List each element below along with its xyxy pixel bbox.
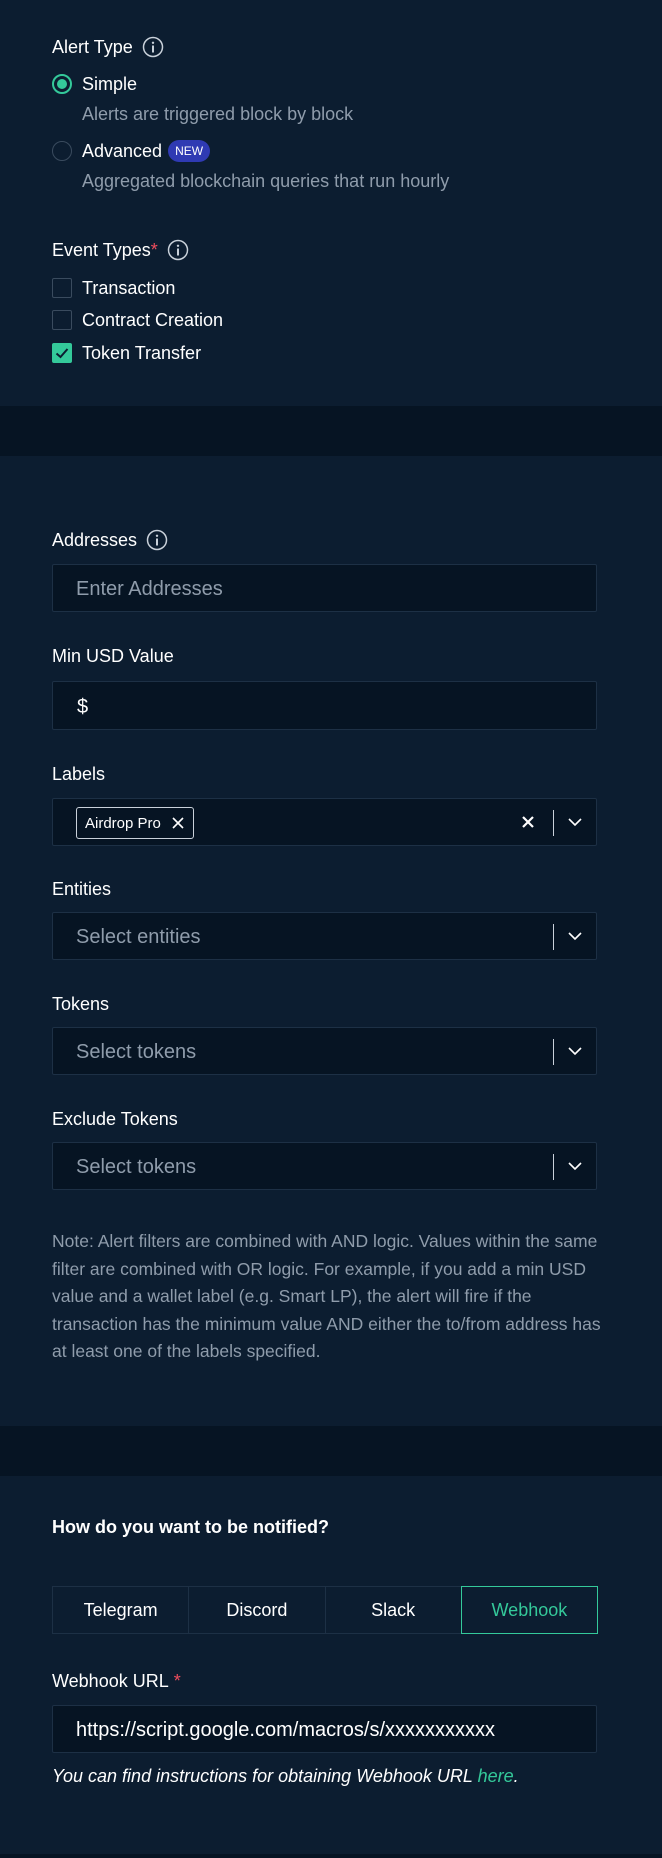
- addresses-input[interactable]: Enter Addresses: [52, 564, 597, 612]
- tokens-placeholder: Select tokens: [76, 1041, 197, 1063]
- tab-telegram[interactable]: Telegram: [52, 1586, 190, 1634]
- entities-select[interactable]: Select entities: [52, 912, 597, 960]
- filters-note: Note: Alert filters are combined with AN…: [52, 1231, 601, 1361]
- entities-placeholder: Select entities: [76, 926, 201, 948]
- checkbox-token-transfer-label[interactable]: Token Transfer: [82, 343, 201, 364]
- currency-prefix: $: [77, 696, 89, 718]
- labels-label: Labels: [52, 764, 106, 784]
- indicator-separator: [553, 1154, 554, 1180]
- webhook-help-text: You can find instructions for obtaining …: [52, 1766, 519, 1786]
- addresses-label: Addresses: [52, 529, 168, 551]
- exclude-tokens-select[interactable]: Select tokens: [52, 1142, 597, 1190]
- radio-advanced-description: Aggregated blockchain queries that run h…: [82, 171, 450, 191]
- addresses-placeholder: Enter Addresses: [76, 578, 223, 600]
- min-usd-label: Min USD Value: [52, 646, 174, 666]
- remove-chip-icon[interactable]: [171, 816, 185, 830]
- entities-label: Entities: [52, 879, 112, 899]
- required-mark: *: [150, 239, 158, 260]
- indicator-separator: [553, 810, 554, 836]
- checkmark-icon: [55, 348, 69, 359]
- min-usd-input[interactable]: $: [52, 681, 597, 730]
- checkbox-token-transfer[interactable]: [52, 343, 72, 363]
- event-types-label: Event Types *: [52, 239, 189, 261]
- radio-simple[interactable]: [52, 74, 72, 94]
- new-badge: NEW: [168, 140, 211, 162]
- info-icon[interactable]: [167, 239, 189, 261]
- radio-simple-description: Alerts are triggered block by block: [82, 104, 354, 124]
- section-gap: [0, 406, 662, 456]
- tokens-label: Tokens: [52, 994, 110, 1014]
- tab-webhook[interactable]: Webhook: [460, 1586, 598, 1634]
- exclude-tokens-label: Exclude Tokens: [52, 1109, 178, 1129]
- indicator-separator: [553, 924, 554, 950]
- chevron-down-icon[interactable]: [566, 1159, 584, 1173]
- alert-type-label: Alert Type: [52, 36, 164, 58]
- info-icon[interactable]: [142, 36, 164, 58]
- chevron-down-icon[interactable]: [566, 1044, 584, 1058]
- exclude-tokens-placeholder: Select tokens: [76, 1156, 197, 1178]
- radio-advanced[interactable]: [52, 141, 72, 161]
- indicator-separator: [553, 1039, 554, 1065]
- tab-discord[interactable]: Discord: [188, 1586, 326, 1634]
- label-chip-airdrop-pro[interactable]: Airdrop Pro: [76, 807, 194, 839]
- chevron-down-icon[interactable]: [566, 815, 584, 829]
- radio-simple-label[interactable]: Simple: [82, 74, 137, 95]
- checkbox-transaction[interactable]: [52, 278, 72, 298]
- notification-tabs: Telegram Discord Slack Webhook: [52, 1586, 598, 1634]
- tab-slack[interactable]: Slack: [324, 1586, 462, 1634]
- checkbox-contract-creation-label[interactable]: Contract Creation: [82, 310, 223, 331]
- clear-icon[interactable]: [520, 814, 536, 830]
- chevron-down-icon[interactable]: [566, 929, 584, 943]
- webhook-url-label: Webhook URL *: [52, 1671, 181, 1691]
- info-icon[interactable]: [146, 529, 168, 551]
- section-gap: [0, 1426, 662, 1476]
- webhook-url-value: https://script.google.com/macros/s/xxxxx…: [76, 1719, 496, 1741]
- webhook-url-input[interactable]: https://script.google.com/macros/s/xxxxx…: [52, 1705, 597, 1753]
- checkbox-contract-creation[interactable]: [52, 310, 72, 330]
- required-mark: *: [173, 1671, 181, 1691]
- radio-advanced-label[interactable]: Advanced NEW: [82, 140, 211, 162]
- tokens-select[interactable]: Select tokens: [52, 1027, 597, 1075]
- labels-select[interactable]: Airdrop Pro: [52, 798, 597, 846]
- webhook-help-link[interactable]: here: [478, 1766, 514, 1786]
- checkbox-transaction-label[interactable]: Transaction: [82, 278, 175, 299]
- notification-heading: How do you want to be notified?: [52, 1517, 329, 1537]
